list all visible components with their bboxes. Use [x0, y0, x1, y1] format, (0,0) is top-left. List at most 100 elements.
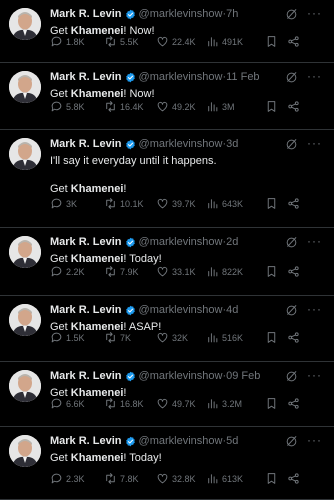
reply-icon	[51, 36, 62, 47]
author-name[interactable]: Mark R. Levin	[50, 8, 122, 20]
retweet-button[interactable]: 16.8K	[104, 397, 156, 410]
more-options-icon[interactable]: ···	[307, 234, 322, 248]
avatar[interactable]	[9, 236, 41, 268]
more-options-icon[interactable]: ···	[307, 69, 322, 83]
views-button[interactable]: 516K	[206, 331, 262, 344]
heart-icon	[157, 332, 168, 343]
views-button[interactable]: 3.2M	[206, 397, 262, 410]
avatar[interactable]	[9, 71, 41, 103]
tweet[interactable]: Mark R. Levin @marklevinshow · 4d ··· Ge…	[0, 296, 334, 362]
retweet-button[interactable]: 7.9K	[104, 265, 156, 278]
reply-button[interactable]: 3K	[50, 197, 104, 210]
avatar[interactable]	[9, 370, 41, 402]
avatar[interactable]	[9, 435, 41, 467]
like-button[interactable]: 22.4K	[156, 35, 206, 48]
author-name[interactable]: Mark R. Levin	[50, 71, 122, 83]
share-button[interactable]	[284, 331, 306, 344]
reply-button[interactable]: 1.5K	[50, 331, 104, 344]
tweet[interactable]: Mark R. Levin @marklevinshow · 09 Feb ··…	[0, 362, 334, 427]
views-button[interactable]: 3M	[206, 100, 262, 113]
like-button[interactable]: 33.1K	[156, 265, 206, 278]
more-options-icon[interactable]: ···	[307, 368, 322, 382]
author-handle[interactable]: @marklevinshow	[139, 8, 223, 20]
grok-icon[interactable]	[285, 304, 298, 317]
timestamp[interactable]: 7h	[226, 8, 238, 20]
retweet-button[interactable]: 16.4K	[104, 100, 156, 113]
author-handle[interactable]: @marklevinshow	[139, 71, 223, 83]
views-button[interactable]: 822K	[206, 265, 262, 278]
tweet-actions: 1.8K 5.5K 22.4K 491K	[50, 35, 326, 48]
like-button[interactable]: 32K	[156, 331, 206, 344]
retweet-button[interactable]: 7.8K	[104, 472, 156, 485]
grok-icon[interactable]	[285, 370, 298, 383]
tweet[interactable]: Mark R. Levin @marklevinshow · 2d ··· Ge…	[0, 228, 334, 296]
avatar[interactable]	[9, 138, 41, 170]
retweet-icon	[106, 473, 115, 484]
verified-badge-icon	[125, 139, 135, 149]
bookmark-button[interactable]	[262, 197, 284, 210]
more-options-icon[interactable]: ···	[307, 136, 322, 150]
tweet[interactable]: Mark R. Levin @marklevinshow · 7h ··· Ge…	[0, 0, 334, 63]
tweet[interactable]: Mark R. Levin @marklevinshow · 11 Feb ··…	[0, 63, 334, 130]
author-name[interactable]: Mark R. Levin	[50, 370, 122, 382]
like-button[interactable]: 39.7K	[156, 197, 206, 210]
views-button[interactable]: 643K	[206, 197, 262, 210]
reply-button[interactable]: 2.3K	[50, 472, 104, 485]
bookmark-button[interactable]	[262, 100, 284, 113]
share-icon	[288, 36, 299, 47]
bookmark-button[interactable]	[262, 397, 284, 410]
timestamp[interactable]: 09 Feb	[226, 370, 260, 382]
like-button[interactable]: 49.2K	[156, 100, 206, 113]
author-handle[interactable]: @marklevinshow	[139, 435, 223, 447]
views-button[interactable]: 613K	[206, 472, 262, 485]
author-handle[interactable]: @marklevinshow	[139, 304, 223, 316]
avatar[interactable]	[9, 8, 41, 40]
share-button[interactable]	[284, 472, 306, 485]
author-name[interactable]: Mark R. Levin	[50, 138, 122, 150]
more-options-icon[interactable]: ···	[307, 6, 322, 20]
share-button[interactable]	[284, 265, 306, 278]
reply-button[interactable]: 6.6K	[50, 397, 104, 410]
grok-icon[interactable]	[285, 71, 298, 84]
author-handle[interactable]: @marklevinshow	[139, 236, 223, 248]
share-button[interactable]	[284, 35, 306, 48]
bookmark-button[interactable]	[262, 35, 284, 48]
grok-icon[interactable]	[285, 138, 298, 151]
retweet-button[interactable]: 10.1K	[104, 197, 156, 210]
reply-button[interactable]: 5.8K	[50, 100, 104, 113]
like-button[interactable]: 32.8K	[156, 472, 206, 485]
author-name[interactable]: Mark R. Levin	[50, 435, 122, 447]
reply-button[interactable]: 1.8K	[50, 35, 104, 48]
author-name[interactable]: Mark R. Levin	[50, 236, 122, 248]
timestamp[interactable]: 5d	[226, 435, 238, 447]
timestamp[interactable]: 4d	[226, 304, 238, 316]
retweet-button[interactable]: 5.5K	[104, 35, 156, 48]
grok-icon[interactable]	[285, 236, 298, 249]
tweet-text-highlight: Khamenei	[70, 452, 124, 464]
bookmark-button[interactable]	[262, 265, 284, 278]
timestamp[interactable]: 3d	[226, 138, 238, 150]
retweet-button[interactable]: 7K	[104, 331, 156, 344]
more-options-icon[interactable]: ···	[307, 433, 322, 447]
tweet[interactable]: Mark R. Levin @marklevinshow · 3d ··· I'…	[0, 130, 334, 228]
bookmark-button[interactable]	[262, 472, 284, 485]
reply-button[interactable]: 2.2K	[50, 265, 104, 278]
tweet-text: I'll say it everyday until it happens. G…	[50, 154, 328, 196]
more-options-icon[interactable]: ···	[307, 302, 322, 316]
share-button[interactable]	[284, 197, 306, 210]
views-button[interactable]: 491K	[206, 35, 262, 48]
share-icon	[288, 398, 299, 409]
share-button[interactable]	[284, 100, 306, 113]
grok-icon[interactable]	[285, 435, 298, 448]
timestamp[interactable]: 2d	[226, 236, 238, 248]
author-handle[interactable]: @marklevinshow	[139, 138, 223, 150]
share-button[interactable]	[284, 397, 306, 410]
bookmark-button[interactable]	[262, 331, 284, 344]
tweet[interactable]: Mark R. Levin @marklevinshow · 5d ··· Ge…	[0, 427, 334, 500]
author-name[interactable]: Mark R. Levin	[50, 304, 122, 316]
avatar[interactable]	[9, 304, 41, 336]
like-button[interactable]: 49.7K	[156, 397, 206, 410]
timestamp[interactable]: 11 Feb	[226, 71, 259, 83]
grok-icon[interactable]	[285, 8, 298, 21]
author-handle[interactable]: @marklevinshow	[139, 370, 223, 382]
